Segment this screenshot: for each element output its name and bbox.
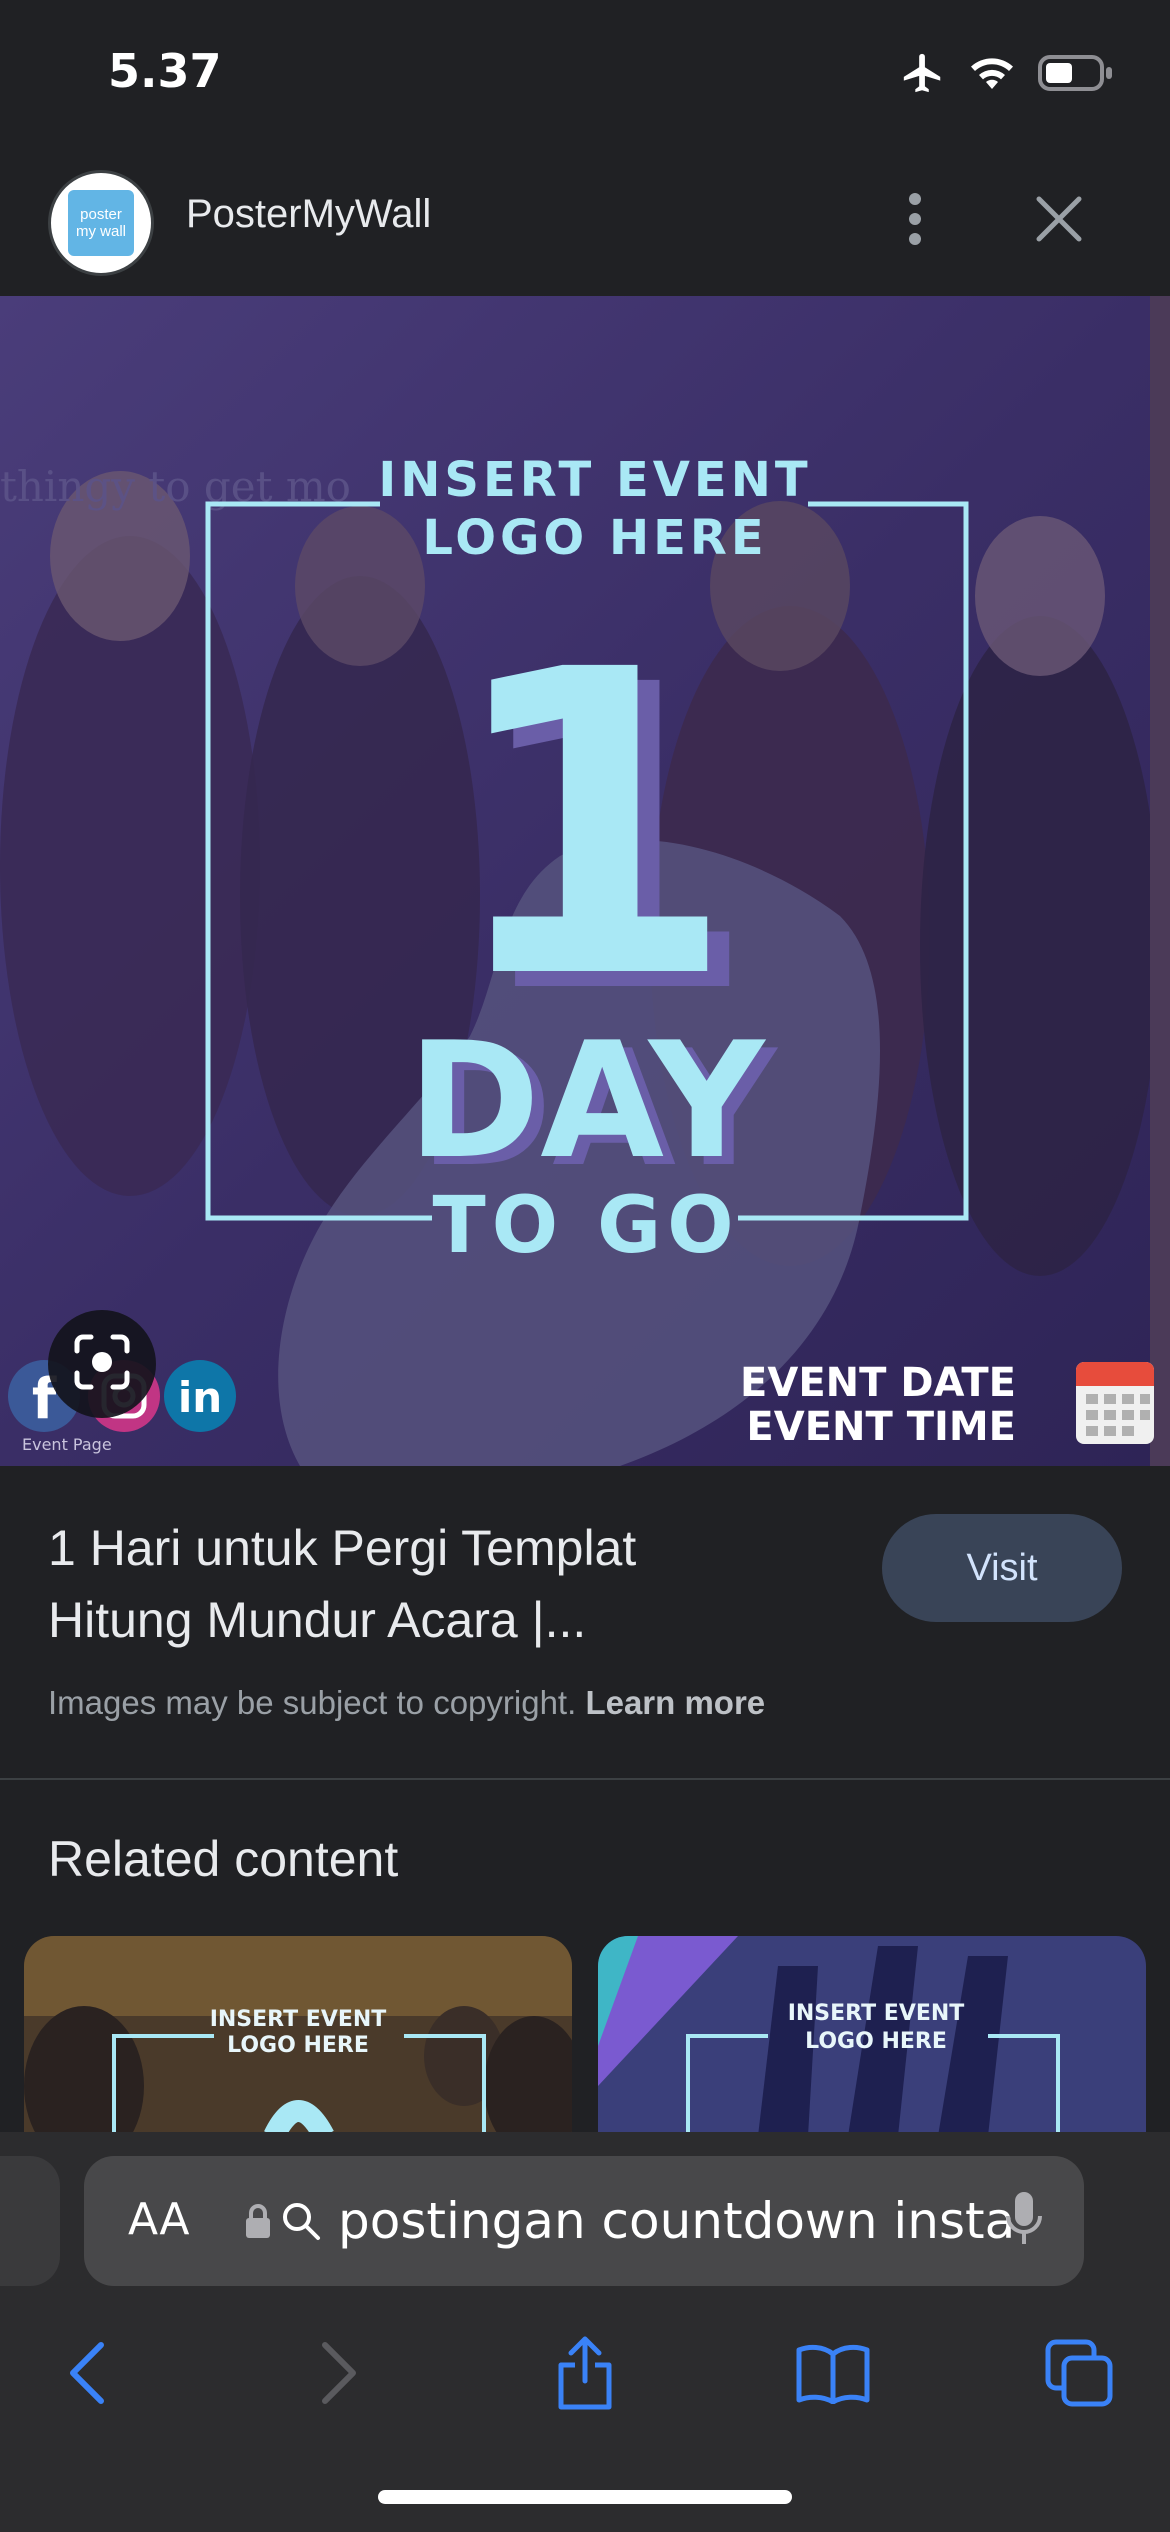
lens-icon [73, 1333, 131, 1396]
svg-text:in: in [178, 1373, 222, 1422]
bookmarks-icon [795, 2342, 871, 2409]
safari-toolbar [0, 2320, 1170, 2430]
home-indicator [378, 2490, 792, 2504]
more-vertical-icon [907, 192, 923, 251]
forward-button[interactable] [284, 2320, 394, 2430]
related-card-1[interactable]: INSERT EVENT LOGO HERE [24, 1936, 572, 2136]
to-go-text: TO GO [433, 1181, 740, 1271]
share-icon [553, 2335, 617, 2416]
related-card-1-line2: LOGO HERE [227, 2033, 369, 2058]
aa-label: AA [128, 2194, 190, 2245]
battery-icon [1038, 53, 1114, 98]
insert-logo-line2: LOGO HERE [422, 510, 767, 566]
reader-aa-button[interactable]: AA [128, 2194, 189, 2245]
bookmarks-button[interactable] [778, 2320, 888, 2430]
back-icon [67, 2341, 107, 2410]
logo-text-line1: poster [80, 206, 122, 223]
forward-icon [319, 2341, 359, 2410]
url-text: postingan countdown insta [338, 2192, 1016, 2250]
logo-text-line2: my wall [75, 223, 126, 240]
status-time: 5.37 [108, 44, 222, 98]
close-button[interactable] [1014, 176, 1104, 266]
related-card-2-line1: INSERT EVENT [788, 2001, 965, 2026]
safari-bottom-bar: AA postingan countdown insta [0, 2132, 1170, 2532]
tabs-button[interactable] [1024, 2320, 1134, 2430]
microphone-icon[interactable] [1004, 2190, 1044, 2253]
related-card-2[interactable]: INSERT EVENT LOGO HERE [598, 1936, 1146, 2136]
share-button[interactable] [530, 2320, 640, 2430]
insert-logo-line1: INSERT EVENT [378, 452, 811, 508]
more-options-button[interactable] [870, 176, 960, 266]
related-card-2-image: INSERT EVENT LOGO HERE [598, 1936, 1146, 2136]
status-icons [900, 50, 1114, 101]
linkedin-icon: in [164, 1360, 236, 1432]
site-logo[interactable]: poster my wall [48, 170, 154, 276]
close-icon [1035, 195, 1083, 248]
airplane-icon [900, 50, 946, 101]
hero-image[interactable]: thingy to get mo INSERT EVENT LOGO HERE … [0, 296, 1170, 1466]
back-button[interactable] [32, 2320, 142, 2430]
result-title-line1: 1 Hari untuk Pergi Templat [48, 1520, 637, 1576]
divider [0, 1778, 1170, 1780]
search-icon [280, 2200, 322, 2247]
event-poster-graphic: thingy to get mo INSERT EVENT LOGO HERE … [0, 296, 1170, 1466]
result-title[interactable]: 1 Hari untuk Pergi Templat Hitung Mundur… [48, 1512, 848, 1656]
address-bar[interactable]: AA postingan countdown insta [84, 2156, 1084, 2286]
site-header: poster my wall PosterMyWall [0, 150, 1170, 296]
day-text: DAY [407, 1007, 766, 1194]
tabs-icon [1044, 2338, 1114, 2413]
wifi-icon [968, 53, 1016, 98]
related-card-1-image: INSERT EVENT LOGO HERE [24, 1936, 572, 2136]
previous-tab-preview[interactable] [0, 2156, 60, 2286]
countdown-number: 1 [444, 582, 736, 1071]
copyright-text: Images may be subject to copyright. [48, 1684, 577, 1721]
site-name: PosterMyWall [186, 192, 432, 236]
learn-more-link[interactable]: Learn more [585, 1684, 765, 1721]
event-page-label: Event Page [22, 1435, 112, 1454]
related-content-heading: Related content [48, 1831, 399, 1887]
status-bar: 5.37 [0, 0, 1170, 150]
google-lens-button[interactable] [48, 1310, 156, 1418]
event-date-text: EVENT DATE [740, 1360, 1016, 1406]
lock-icon [244, 2204, 272, 2245]
postermywall-logo: poster my wall [68, 190, 134, 256]
result-title-line2: Hitung Mundur Acara |... [48, 1592, 587, 1648]
related-card-2-line2: LOGO HERE [805, 2029, 947, 2054]
calendar-icon [1076, 1362, 1154, 1444]
visit-button[interactable]: Visit [882, 1514, 1122, 1622]
event-time-text: EVENT TIME [746, 1404, 1016, 1450]
copyright-notice: Images may be subject to copyright. Lear… [48, 1684, 765, 1722]
related-card-1-line1: INSERT EVENT [210, 2007, 387, 2032]
